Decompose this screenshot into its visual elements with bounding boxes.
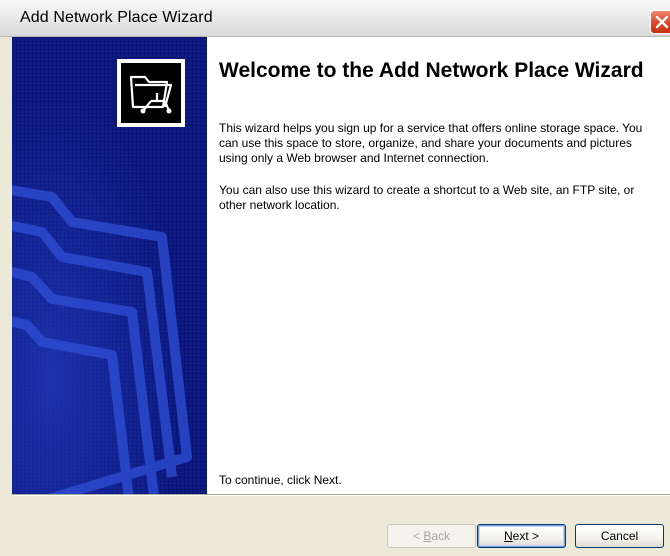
close-button[interactable] xyxy=(650,10,670,34)
wizard-window: Add Network Place Wizard Welcome to the … xyxy=(0,0,670,556)
wizard-sidebar-banner xyxy=(12,37,207,494)
title-bar: Add Network Place Wizard xyxy=(0,0,670,37)
intro-paragraph: This wizard helps you sign up for a serv… xyxy=(219,121,643,165)
button-separator xyxy=(12,494,670,496)
shortcut-paragraph: You can also use this wizard to create a… xyxy=(219,183,635,212)
network-folder-icon xyxy=(117,59,185,127)
page-title: Welcome to the Add Network Place Wizard xyxy=(219,59,644,82)
back-button[interactable]: < Back xyxy=(387,524,476,548)
wizard-content-panel: Welcome to the Add Network Place Wizard … xyxy=(207,37,670,494)
window-title: Add Network Place Wizard xyxy=(20,9,213,26)
next-button[interactable]: Next > xyxy=(477,524,566,548)
cancel-button[interactable]: Cancel xyxy=(575,524,664,548)
back-label-prefix: < xyxy=(412,529,424,543)
continue-instruction: To continue, click Next. xyxy=(219,473,342,487)
next-mnemonic: N xyxy=(503,529,513,543)
next-label-rest: ext > xyxy=(512,529,540,543)
close-icon xyxy=(655,15,669,29)
back-label-rest: ack xyxy=(431,529,451,543)
